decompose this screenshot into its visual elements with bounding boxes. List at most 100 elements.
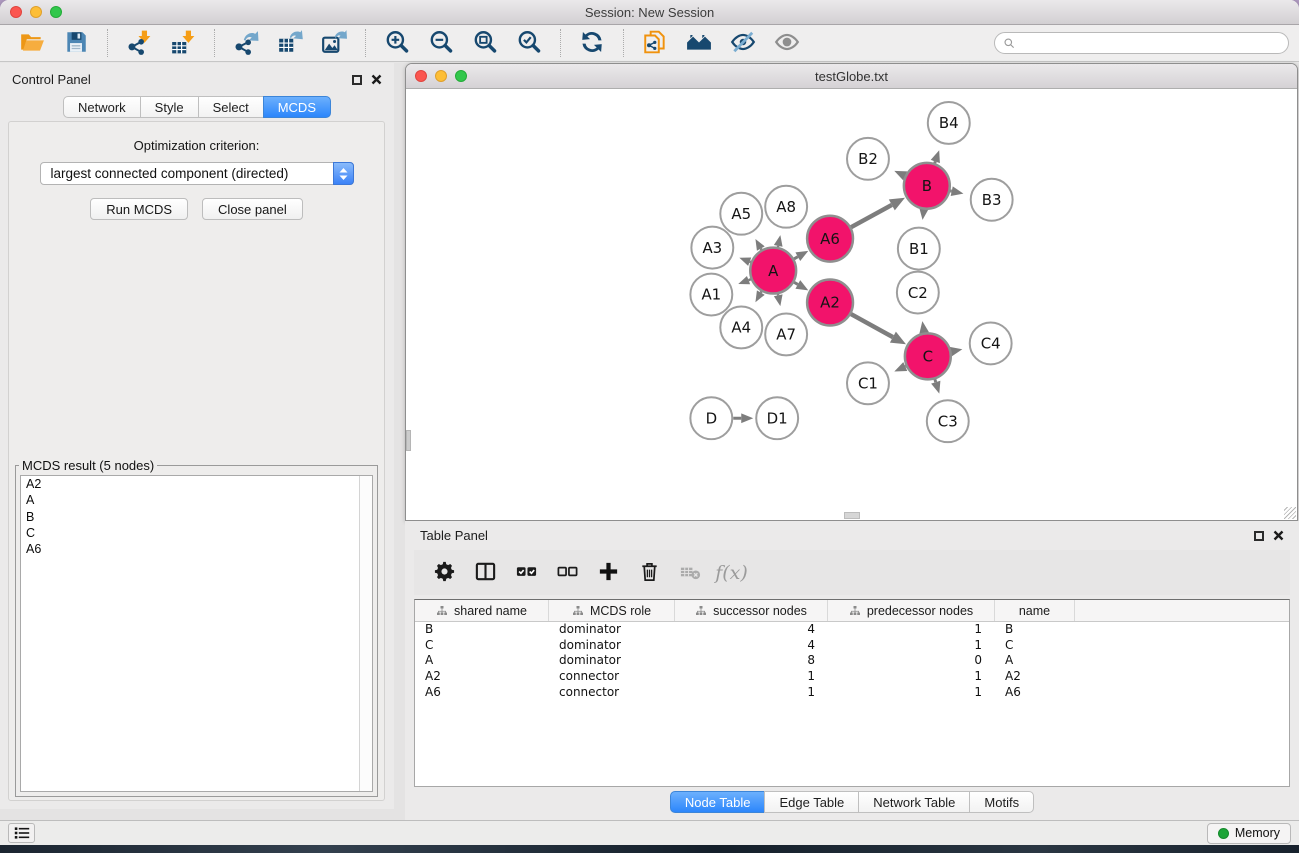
graph-node-A6[interactable]: A6: [807, 216, 853, 262]
graph-node-A2[interactable]: A2: [807, 280, 853, 326]
vertical-scroll-thumb[interactable]: [406, 430, 411, 451]
search-box[interactable]: [994, 32, 1289, 54]
graph-node-D1[interactable]: D1: [756, 397, 798, 439]
column-label: MCDS role: [590, 604, 651, 618]
control-tab-select[interactable]: Select: [198, 96, 264, 118]
close-panel-icon[interactable]: [371, 74, 382, 85]
horizontal-scroll-thumb[interactable]: [844, 512, 860, 519]
table-tab-motifs[interactable]: Motifs: [969, 791, 1034, 813]
graph-node-B4[interactable]: B4: [928, 102, 970, 144]
graph-node-C4[interactable]: C4: [970, 322, 1012, 364]
graph-node-A1[interactable]: A1: [690, 274, 732, 316]
duplicate-network-button[interactable]: [639, 27, 671, 59]
add-column-button[interactable]: [590, 555, 627, 591]
close-table-panel-icon[interactable]: [1273, 530, 1284, 541]
mcds-result-item[interactable]: A2: [21, 476, 372, 492]
delete-columns-button[interactable]: [631, 555, 668, 591]
zoom-fit-button[interactable]: [469, 27, 501, 59]
table-tab-network-table[interactable]: Network Table: [858, 791, 970, 813]
graph-edge-arrow-icon: [931, 381, 940, 394]
graph-node-C[interactable]: C: [905, 333, 951, 379]
mcds-result-item[interactable]: A: [21, 492, 372, 508]
mcds-result-item[interactable]: B: [21, 509, 372, 525]
split-columns-button[interactable]: [467, 555, 504, 591]
table-settings-button[interactable]: [426, 555, 463, 591]
zoom-selected-icon: [516, 29, 542, 58]
float-panel-icon[interactable]: [352, 75, 362, 85]
show-all-button[interactable]: [771, 27, 803, 59]
table-row[interactable]: Adominator80A: [415, 653, 1289, 669]
graph-node-C2[interactable]: C2: [897, 272, 939, 314]
open-session-button[interactable]: [16, 27, 48, 59]
graph-node-B[interactable]: B: [904, 163, 950, 209]
graph-node-A7[interactable]: A7: [765, 313, 807, 355]
column-header-predecessor-nodes[interactable]: predecessor nodes: [828, 600, 995, 621]
column-header-shared-name[interactable]: shared name: [415, 600, 549, 621]
table-tab-node-table[interactable]: Node Table: [670, 791, 766, 813]
table-settings-icon: [433, 560, 456, 586]
save-session-button[interactable]: [60, 27, 92, 59]
graph-edge-arrow-icon: [919, 321, 929, 334]
graph-node-A[interactable]: A: [750, 248, 796, 294]
column-header-name[interactable]: name: [995, 600, 1075, 621]
graph-node-B3[interactable]: B3: [971, 179, 1013, 221]
criterion-select[interactable]: largest connected component (directed): [40, 162, 354, 185]
table-row[interactable]: A2connector11A2: [415, 669, 1289, 685]
graph-node-B2[interactable]: B2: [847, 138, 889, 180]
home-button[interactable]: [683, 27, 715, 59]
column-header-mcds-role[interactable]: MCDS role: [549, 600, 675, 621]
close-panel-button[interactable]: Close panel: [202, 198, 303, 220]
graph-node-C1[interactable]: C1: [847, 362, 889, 404]
table-row[interactable]: Cdominator41C: [415, 638, 1289, 654]
graph-edge-A-A6[interactable]: [794, 257, 798, 259]
zoom-in-button[interactable]: [381, 27, 413, 59]
import-network-button[interactable]: [123, 27, 155, 59]
svg-text:C2: C2: [908, 284, 928, 302]
float-table-panel-icon[interactable]: [1254, 531, 1264, 541]
table-tab-edge-table[interactable]: Edge Table: [764, 791, 859, 813]
graph-node-D[interactable]: D: [690, 397, 732, 439]
export-network-button[interactable]: [230, 27, 262, 59]
mcds-result-item[interactable]: C: [21, 525, 372, 541]
graph-node-B1[interactable]: B1: [898, 228, 940, 270]
task-history-button[interactable]: [8, 823, 35, 843]
select-all-columns-button[interactable]: [508, 555, 545, 591]
graph-edge-A-A1[interactable]: [749, 279, 751, 280]
control-tab-network[interactable]: Network: [63, 96, 141, 118]
cell-successor-nodes: 1: [675, 669, 828, 685]
run-mcds-button[interactable]: Run MCDS: [90, 198, 188, 220]
graph-edge-A-A2[interactable]: [794, 282, 798, 284]
control-tab-style[interactable]: Style: [140, 96, 199, 118]
search-input[interactable]: [1021, 36, 1280, 51]
graph-node-A4[interactable]: A4: [720, 306, 762, 348]
cell-name: A: [995, 653, 1075, 669]
import-table-button[interactable]: [167, 27, 199, 59]
export-table-button[interactable]: [274, 27, 306, 59]
control-tab-mcds[interactable]: MCDS: [263, 96, 331, 118]
unselect-all-columns-button[interactable]: [549, 555, 586, 591]
cell-predecessor-nodes: 1: [828, 685, 995, 701]
graph-node-A8[interactable]: A8: [765, 186, 807, 228]
memory-button[interactable]: Memory: [1207, 823, 1291, 844]
memory-status-icon: [1218, 828, 1229, 839]
graph-edge-B-B4[interactable]: [935, 162, 936, 164]
graph-node-A5[interactable]: A5: [720, 193, 762, 235]
zoom-selected-button[interactable]: [513, 27, 545, 59]
graph-edge-C-C3[interactable]: [935, 379, 936, 382]
refresh-button[interactable]: [576, 27, 608, 59]
table-row[interactable]: Bdominator41B: [415, 622, 1289, 638]
result-scrollbar[interactable]: [359, 476, 372, 791]
graph-node-A3[interactable]: A3: [691, 227, 733, 269]
hide-selected-button[interactable]: [727, 27, 759, 59]
graph-node-C3[interactable]: C3: [927, 400, 969, 442]
graph-edge-A2-C[interactable]: [851, 314, 893, 337]
export-image-button[interactable]: [318, 27, 350, 59]
resize-grip[interactable]: [1284, 507, 1296, 519]
zoom-out-button[interactable]: [425, 27, 457, 59]
mcds-result-item[interactable]: A6: [21, 541, 372, 557]
column-header-successor-nodes[interactable]: successor nodes: [675, 600, 828, 621]
network-canvas[interactable]: B4 B2 B B3 A8A5 A6 A3 B1 A C2 A1 A2 A4A7 C4 C C1 C3 D D1: [406, 90, 1297, 520]
table-row[interactable]: A6connector11A6: [415, 685, 1289, 701]
graph-edge-A6-B[interactable]: [851, 205, 892, 227]
attribute-tree-icon: [849, 605, 861, 617]
